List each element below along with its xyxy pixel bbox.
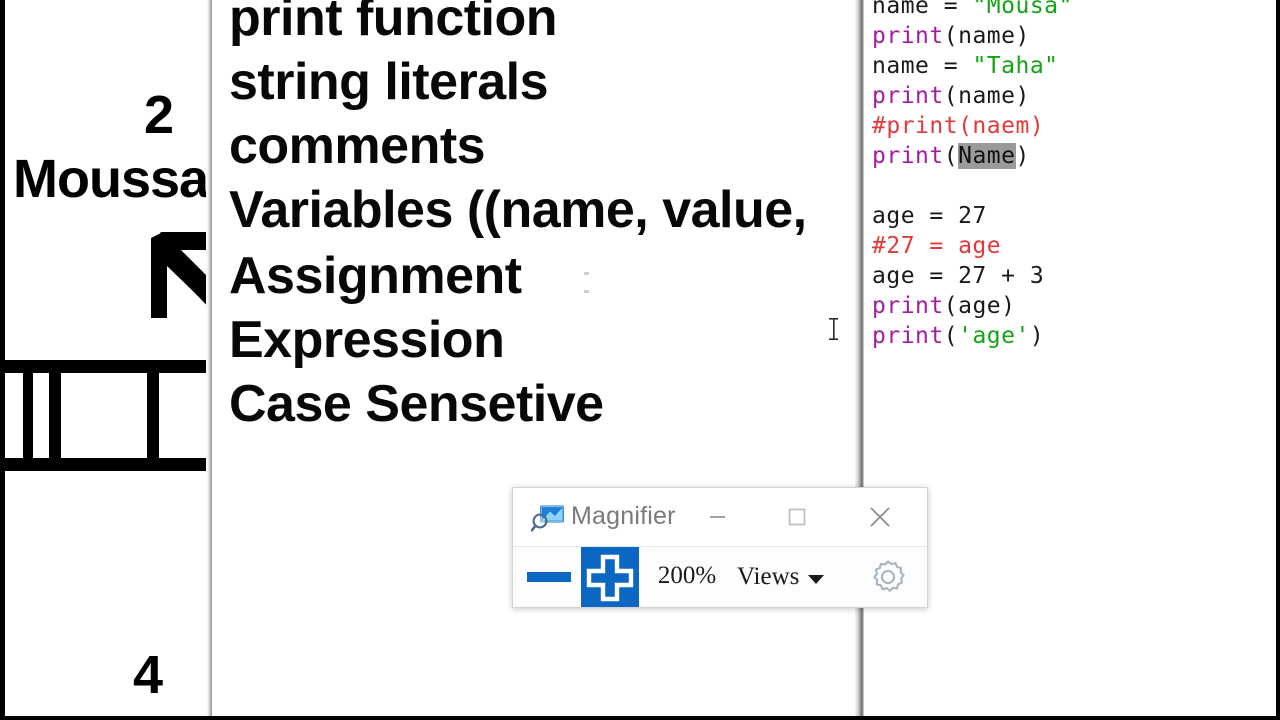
minus-icon [527,572,571,582]
console-output-line-3: 4 [133,645,163,705]
code-line: age = 27 [872,201,987,231]
magnifier-title-bar[interactable]: Magnifier [513,488,927,547]
code-token: name = [872,0,973,19]
close-icon [870,507,890,527]
close-button[interactable] [851,488,909,545]
code-token: #27 = age [872,233,1002,259]
code-line: #print(naem) [872,111,1044,141]
maximize-icon [788,508,806,526]
code-token: (age) [943,293,1016,319]
settings-button[interactable] [868,557,908,597]
magnifier-screen-icon [531,505,564,532]
console-output-line-1: 2 [144,85,174,145]
code-token: print [872,83,944,109]
chevron-down-icon [808,574,825,584]
code-token: (name) [943,23,1030,49]
panel-divider-left[interactable] [206,0,212,720]
code-token: "Mousa" [972,0,1073,19]
code-editor-panel[interactable]: name = "Mousa" print(name) name = "Taha" pr… [864,0,1276,720]
note-line-comments: comments [229,117,486,175]
magnifier-toolbar: 200% Views [513,547,927,607]
note-line-assignment: Assignment [229,247,522,305]
output-console-panel: 2 Moussa 4 [5,0,211,720]
notes-panel[interactable]: print function string literals comments … [212,0,860,720]
code-token: name = [872,53,973,79]
maximize-button[interactable] [768,488,826,545]
code-token: ( [943,323,959,349]
code-token: ) [1029,323,1045,349]
capture-edge-left [0,0,5,720]
zoom-out-button[interactable] [518,547,580,607]
magnifier-window-title: Magnifier [571,502,676,530]
note-line-expression: Expression [229,311,505,369]
i-beam-cursor-icon [829,318,838,340]
gear-icon [873,560,905,592]
code-line: age = 27 + 3 [872,261,1044,291]
note-line-variables: Variables ((name, value, [229,181,807,239]
zoom-in-button[interactable] [581,547,639,607]
code-token: ) [1015,143,1030,169]
render-artifact [584,272,589,275]
render-artifact [584,290,589,293]
code-token: ( [943,143,959,169]
panel-divider-right[interactable] [855,0,864,720]
code-line: print(name) [872,81,1030,111]
capture-edge-right [1276,0,1280,720]
code-token: "Taha" [972,53,1059,79]
code-line: name = "Mousa" [872,0,1073,21]
code-token: #print(naem) [872,113,1045,139]
mouse-arrow-cursor-icon [151,232,211,318]
code-line: print(Name) [872,141,1030,171]
console-output-line-2: Moussa [13,149,209,209]
magnifier-window[interactable]: Magnifier 200% Views [512,487,928,608]
selected-token: Name [958,143,1016,169]
note-line-print-function: print function [229,0,558,47]
code-token: 'age' [958,323,1030,349]
code-token: print [872,23,944,49]
code-line: name = "Taha" [872,51,1059,81]
zoom-level-value: 200% [657,562,717,589]
views-dropdown-button[interactable]: Views [731,559,830,595]
magnified-screen: 2 Moussa 4 print function string literal… [0,0,1280,720]
minimize-icon [710,516,725,518]
minimize-button[interactable] [688,488,746,545]
code-token: (name) [943,83,1030,109]
code-token: 27 [958,203,987,229]
code-line: #27 = age [872,231,1001,261]
code-line: print(name) [872,21,1030,51]
code-token: print [872,323,944,349]
capture-edge-bottom [0,716,1280,720]
code-line: print(age) [872,291,1016,321]
views-dropdown-label: Views [737,563,800,590]
selection-rectangle-icon [5,360,209,471]
code-token: age = [872,203,959,229]
code-token: print [872,143,944,169]
code-token: print [872,293,944,319]
note-line-case-sensetive: Case Sensetive [229,375,604,433]
code-token: age = 27 + 3 [872,263,1045,289]
note-line-string-literals: string literals [229,53,549,111]
plus-icon [586,554,634,602]
code-line: print('age') [872,321,1044,351]
